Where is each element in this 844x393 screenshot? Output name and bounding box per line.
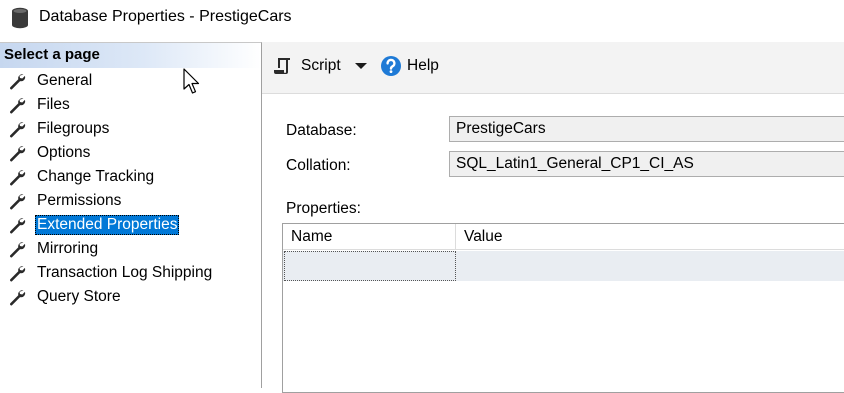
page-item-label: Query Store bbox=[37, 288, 121, 305]
page-item-label: Extended Properties bbox=[35, 215, 180, 235]
help-button[interactable]: Help bbox=[380, 54, 439, 78]
page-item-label: Permissions bbox=[37, 192, 122, 209]
database-icon bbox=[12, 7, 28, 29]
page-item-options[interactable]: Options bbox=[0, 141, 261, 165]
page-item-change-tracking[interactable]: Change Tracking bbox=[0, 165, 261, 189]
toolbar: Script Help bbox=[262, 42, 844, 94]
wrench-icon bbox=[9, 266, 26, 282]
page-item-label: Mirroring bbox=[37, 240, 99, 257]
grid-header-row: Name Value bbox=[283, 224, 844, 250]
page-item-label: General bbox=[37, 72, 93, 89]
page-item-label: Filegroups bbox=[37, 120, 110, 137]
page-item-permissions[interactable]: Permissions bbox=[0, 189, 261, 213]
value-cell[interactable] bbox=[456, 251, 844, 281]
page-item-label: Transaction Log Shipping bbox=[37, 264, 213, 281]
wrench-icon bbox=[9, 98, 26, 114]
table-row[interactable] bbox=[283, 251, 844, 281]
script-dropdown-button[interactable] bbox=[355, 54, 371, 78]
wrench-icon bbox=[9, 74, 26, 90]
page-item-general[interactable]: General bbox=[0, 69, 261, 93]
database-field[interactable]: PrestigeCars bbox=[449, 116, 844, 142]
help-label: Help bbox=[407, 57, 439, 74]
page-item-files[interactable]: Files bbox=[0, 93, 261, 117]
window-title: Database Properties - PrestigeCars bbox=[39, 8, 292, 25]
properties-pane: Script Help Database: PrestigeCars Colla… bbox=[262, 42, 844, 393]
wrench-icon bbox=[9, 218, 26, 234]
script-label: Script bbox=[301, 57, 341, 74]
mouse-cursor-icon bbox=[183, 68, 200, 94]
wrench-icon bbox=[9, 242, 26, 258]
page-item-label: Files bbox=[37, 96, 70, 113]
page-item-label: Options bbox=[37, 144, 91, 161]
wrench-icon bbox=[9, 146, 26, 162]
script-button[interactable]: Script bbox=[273, 54, 341, 78]
wrench-icon bbox=[9, 290, 26, 306]
page-item-transaction-log-shipping[interactable]: Transaction Log Shipping bbox=[0, 261, 261, 285]
properties-grid: Name Value bbox=[282, 223, 844, 393]
script-icon bbox=[274, 58, 290, 74]
page-item-mirroring[interactable]: Mirroring bbox=[0, 237, 261, 261]
select-page-header: Select a page bbox=[0, 43, 261, 68]
title-bar: Database Properties - PrestigeCars bbox=[0, 0, 844, 38]
page-item-filegroups[interactable]: Filegroups bbox=[0, 117, 261, 141]
properties-label: Properties: bbox=[286, 200, 361, 217]
page-item-label: Change Tracking bbox=[37, 168, 155, 185]
page-list: General Files Filegroups Options Change … bbox=[0, 69, 261, 309]
database-properties-window: Database Properties - PrestigeCars Selec… bbox=[0, 0, 844, 393]
wrench-icon bbox=[9, 170, 26, 186]
column-header-name[interactable]: Name bbox=[283, 224, 456, 250]
wrench-icon bbox=[9, 122, 26, 138]
collation-field[interactable]: SQL_Latin1_General_CP1_CI_AS bbox=[449, 151, 844, 177]
wrench-icon bbox=[9, 194, 26, 210]
collation-label: Collation: bbox=[286, 157, 351, 174]
page-item-extended-properties[interactable]: Extended Properties bbox=[0, 213, 261, 237]
page-item-query-store[interactable]: Query Store bbox=[0, 285, 261, 309]
select-page-pane: Select a page General Files Filegroups O… bbox=[0, 42, 262, 388]
column-header-value[interactable]: Value bbox=[456, 224, 844, 250]
name-cell[interactable] bbox=[284, 251, 456, 281]
database-label: Database: bbox=[286, 122, 357, 139]
help-icon bbox=[381, 56, 401, 76]
dropdown-arrow-icon bbox=[355, 63, 367, 69]
